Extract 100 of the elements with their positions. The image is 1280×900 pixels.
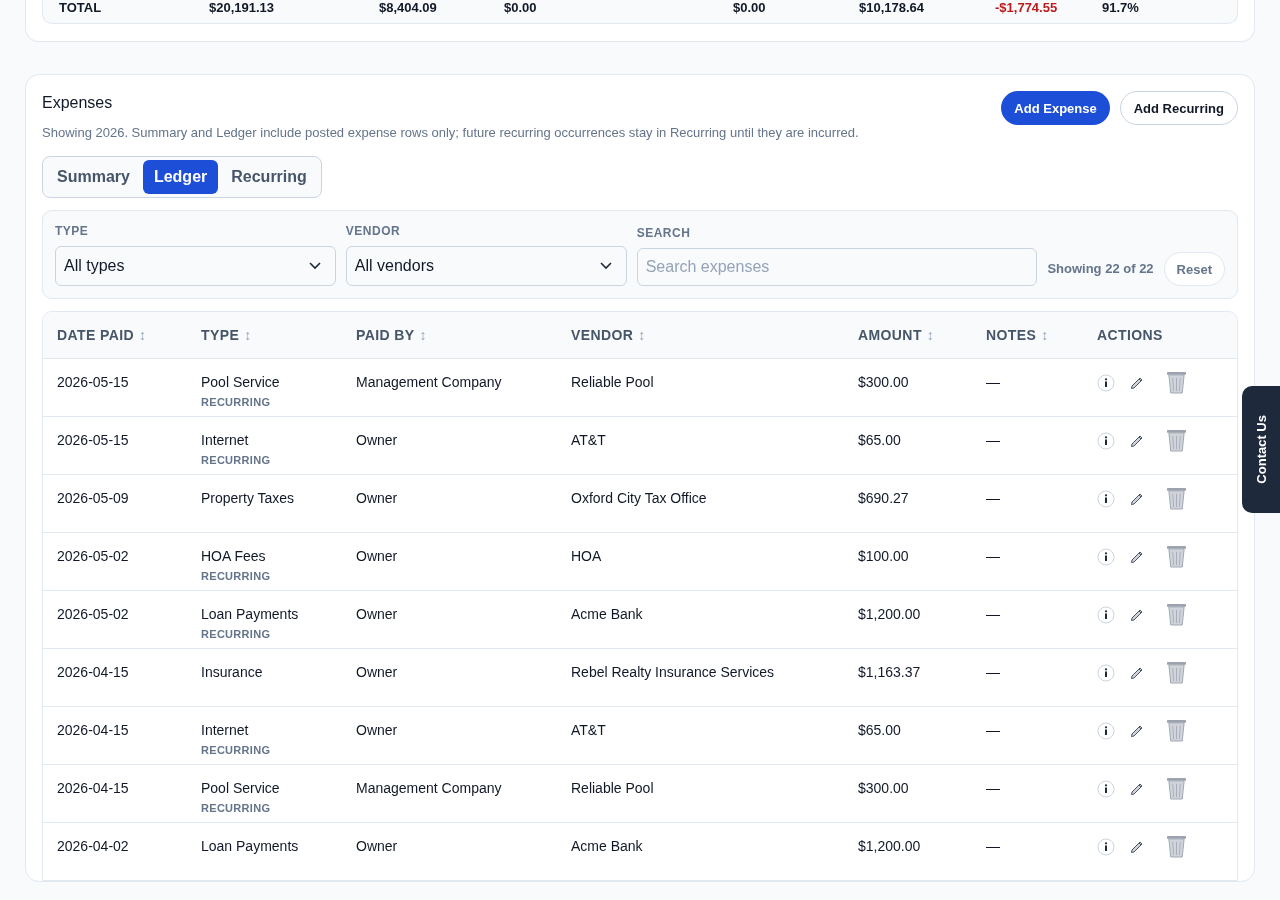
table-cell-text: $1,200.00 (858, 606, 922, 622)
table-cell: Insurance (201, 664, 263, 680)
total-value: $0.00 (733, 0, 767, 15)
table-cell-text: Rebel Realty Insurance Services (571, 664, 776, 680)
table-cell-text: Reliable Pool (571, 374, 655, 390)
recurring-tag: RECURRING (201, 396, 271, 408)
table-cell-text: 2026-05-09 (57, 490, 130, 506)
table-cell-text: Owner (356, 432, 399, 448)
table-cell-text: $300.00 (858, 780, 910, 796)
column-header[interactable]: VENDOR ↕ (571, 327, 858, 343)
add-button[interactable]: Add Expense (1001, 91, 1110, 125)
table-cell-text: Owner (356, 664, 399, 680)
table-cell-text: Acme Bank (571, 606, 644, 622)
total-value: $8,404.09 (379, 0, 438, 15)
table-cell-text: — (986, 722, 1001, 738)
total-value: TOTAL (59, 0, 103, 15)
section-note: Showing 2026. Summary and Ledger include posted expense rows only; future recurring occurrences stay in Recurring until they are incurred. (42, 125, 859, 140)
tab[interactable]: Summary (46, 160, 141, 194)
column-header[interactable]: AMOUNT ↕ (858, 327, 986, 343)
info-icon[interactable] (1097, 663, 1115, 682)
table-cell-text: Oxford City Tax Office (571, 490, 708, 506)
table-cell-text: 2026-04-15 (57, 664, 130, 680)
table-cell-text: Owner (356, 606, 399, 622)
table-cell-text: $100.00 (858, 548, 910, 564)
table-cell-text: — (986, 606, 1001, 622)
table-cell-text: Owner (356, 548, 399, 564)
table-cell: Internet (201, 432, 249, 448)
table-cell-text: $65.00 (858, 722, 902, 738)
filter-label: SEARCH (636, 226, 692, 240)
table-cell-text: Owner (356, 490, 399, 506)
info-icon[interactable] (1097, 721, 1115, 740)
table-cell-text: AT&T (571, 432, 607, 448)
vendor-dropdown[interactable]: All vendors (345, 246, 627, 286)
table-cell-text: — (986, 432, 1001, 448)
table-cell-text: 2026-05-15 (57, 432, 130, 448)
table-cell-text: Management Company (356, 374, 503, 390)
table-cell-text: Owner (356, 722, 399, 738)
recurring-tag: RECURRING (201, 802, 271, 814)
column-header[interactable]: TYPE ↕ (201, 327, 356, 343)
chevron-icon (599, 262, 612, 270)
column-header: ACTIONS (1097, 327, 1164, 343)
table-cell: HOA Fees (201, 548, 266, 564)
tab[interactable]: Recurring (220, 160, 318, 194)
table-cell-text: — (986, 490, 1001, 506)
add-button[interactable]: Add Recurring (1119, 91, 1238, 125)
table-cell-text: Reliable Pool (571, 780, 655, 796)
table-cell-text: 2026-04-15 (57, 722, 130, 738)
recurring-tag: RECURRING (201, 744, 271, 756)
table-cell: Internet (201, 722, 249, 738)
table-cell-text: 2026-05-02 (57, 548, 130, 564)
table-cell-text: $1,200.00 (858, 838, 922, 854)
info-icon[interactable] (1097, 779, 1115, 798)
tab[interactable]: Ledger (142, 160, 219, 194)
filter-label: VENDOR (345, 224, 402, 238)
table-cell-text: 2026-04-02 (57, 838, 130, 854)
column-header[interactable]: PAID BY ↕ (356, 327, 571, 343)
total-value: $0.00 (504, 0, 538, 15)
filter-label: TYPE (55, 224, 90, 238)
info-icon[interactable] (1097, 373, 1115, 392)
table-cell-text: — (986, 838, 1001, 854)
contact-tab[interactable]: Contact Us (1242, 386, 1280, 513)
result-count: Showing 22 of 22 (1047, 261, 1154, 276)
column-header[interactable]: DATE PAID ↕ (57, 327, 201, 343)
section-title: Expenses (42, 94, 114, 112)
table-cell-text: 2026-05-02 (57, 606, 130, 622)
info-icon[interactable] (1097, 431, 1115, 450)
table-cell-text: HOA (571, 548, 603, 564)
table-cell: Loan Payments (201, 606, 299, 622)
search-field[interactable]: Search expenses (636, 248, 1038, 286)
table-cell-text: $300.00 (858, 374, 910, 390)
table-cell-text: 2026-05-15 (57, 374, 130, 390)
table-cell: Loan Payments (201, 838, 299, 854)
table-cell-text: Acme Bank (571, 838, 644, 854)
recurring-tag: RECURRING (201, 570, 271, 582)
type-dropdown[interactable]: All types (55, 246, 336, 286)
table-cell-text: — (986, 548, 1001, 564)
info-icon[interactable] (1097, 547, 1115, 566)
table-cell-text: — (986, 374, 1001, 390)
table-cell-text: Management Company (356, 780, 503, 796)
table-cell-text: $1,163.37 (858, 664, 922, 680)
table-cell-text: Owner (356, 838, 399, 854)
table-cell-text: — (986, 664, 1001, 680)
table-cell-text: AT&T (571, 722, 607, 738)
total-value: -$1,774.55 (995, 0, 1059, 15)
table-cell: Pool Service (201, 374, 280, 390)
chevron-icon (308, 262, 321, 270)
table-cell-text: — (986, 780, 1001, 796)
reset-button[interactable]: Reset (1163, 252, 1225, 286)
recurring-tag: RECURRING (201, 454, 271, 466)
info-icon[interactable] (1097, 605, 1115, 624)
table-cell-text: $690.27 (858, 490, 910, 506)
recurring-tag: RECURRING (201, 628, 271, 640)
table-cell-text: 2026-04-15 (57, 780, 130, 796)
table-cell: Property Taxes (201, 490, 295, 506)
table-cell-text: $65.00 (858, 432, 902, 448)
table-cell: Pool Service (201, 780, 280, 796)
info-icon[interactable] (1097, 489, 1115, 508)
column-header[interactable]: NOTES ↕ (986, 327, 1097, 343)
info-icon[interactable] (1097, 837, 1115, 856)
total-value: 91.7% (1102, 0, 1140, 15)
